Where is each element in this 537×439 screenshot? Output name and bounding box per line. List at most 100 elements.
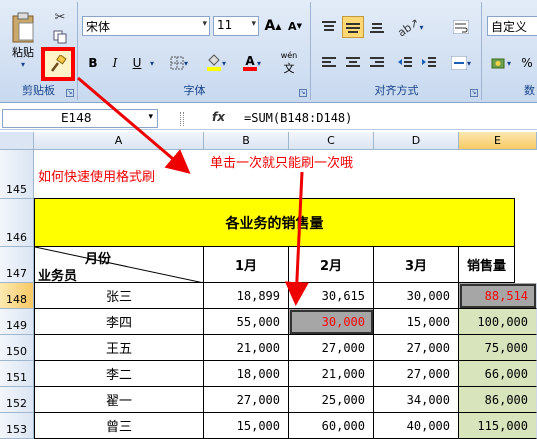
month-value-cell[interactable]: 15,000 bbox=[204, 413, 289, 439]
shrink-font-button[interactable]: A ▼ bbox=[285, 16, 305, 36]
decrease-indent-button[interactable] bbox=[394, 52, 416, 74]
orientation-button[interactable]: ab↗ ▾ bbox=[394, 15, 426, 39]
month-value-cell[interactable]: 27,000 bbox=[204, 387, 289, 413]
row-header-148[interactable]: 148 bbox=[0, 283, 34, 309]
column-header-c[interactable]: C bbox=[289, 132, 374, 150]
month-value-cell[interactable]: 55,000 bbox=[204, 309, 289, 335]
salesperson-cell[interactable]: 王五 bbox=[35, 335, 204, 361]
salesperson-cell[interactable]: 翟一 bbox=[35, 387, 204, 413]
percent-button[interactable]: % bbox=[517, 52, 537, 74]
bold-button[interactable]: B bbox=[83, 52, 103, 74]
accounting-format-button[interactable]: ▾ bbox=[487, 52, 515, 74]
font-color-button[interactable]: A ▾ bbox=[237, 52, 267, 74]
chevron-down-icon: ▾ bbox=[148, 112, 153, 122]
number-format-value: 自定义 bbox=[491, 20, 528, 34]
align-left-button[interactable] bbox=[318, 52, 340, 74]
align-center-button[interactable] bbox=[342, 52, 364, 74]
month-value-cell[interactable]: 18,899 bbox=[204, 283, 289, 309]
fill-color-button[interactable]: ▾ bbox=[201, 52, 231, 74]
number-group-label: 数 bbox=[524, 84, 535, 97]
column-header-b[interactable]: B bbox=[204, 132, 289, 150]
insert-function-icon[interactable]: fx bbox=[212, 110, 225, 124]
align-top-button[interactable] bbox=[318, 16, 340, 38]
clipboard-dialog-launcher-icon[interactable]: ↘ bbox=[66, 89, 74, 97]
paste-icon bbox=[12, 12, 34, 42]
month-value-cell[interactable]: 30,000 bbox=[289, 309, 374, 335]
row-header-146[interactable]: 146 bbox=[0, 199, 34, 247]
font-name-combo[interactable]: 宋体 ▾ bbox=[82, 16, 210, 36]
salesperson-cell[interactable]: 张三 bbox=[35, 283, 204, 309]
cut-button[interactable]: ✂ bbox=[50, 8, 70, 26]
increase-indent-button[interactable] bbox=[418, 52, 440, 74]
paste-button[interactable]: 粘贴 ▾ bbox=[6, 6, 40, 74]
month-value-cell[interactable]: 21,000 bbox=[204, 335, 289, 361]
row-header-145[interactable]: 145 bbox=[0, 150, 34, 199]
italic-button[interactable]: I bbox=[105, 52, 125, 74]
total-cell[interactable]: 115,000 bbox=[459, 413, 537, 439]
name-box-value: E148 bbox=[61, 111, 92, 125]
month-value-cell[interactable]: 18,000 bbox=[204, 361, 289, 387]
column-header-e[interactable]: E bbox=[459, 132, 537, 150]
month-value-cell[interactable]: 27,000 bbox=[374, 335, 459, 361]
row-header-150[interactable]: 150 bbox=[0, 335, 34, 361]
header-jan[interactable]: 1月 bbox=[204, 247, 289, 283]
row-header-147[interactable]: 147 bbox=[0, 247, 34, 283]
align-top-icon bbox=[322, 21, 336, 31]
chevron-down-icon: ▾ bbox=[256, 58, 261, 68]
format-painter-button[interactable] bbox=[41, 47, 75, 81]
month-value-cell[interactable]: 60,000 bbox=[289, 413, 374, 439]
font-dialog-launcher-icon[interactable]: ↘ bbox=[299, 89, 307, 97]
border-button[interactable]: ▾ bbox=[165, 52, 193, 74]
month-value-cell[interactable]: 27,000 bbox=[289, 335, 374, 361]
month-value-cell[interactable]: 30,000 bbox=[374, 283, 459, 309]
align-middle-button[interactable] bbox=[342, 16, 364, 38]
salesperson-cell[interactable]: 曾三 bbox=[35, 413, 204, 439]
month-value-cell[interactable]: 34,000 bbox=[374, 387, 459, 413]
copy-button[interactable] bbox=[50, 28, 70, 46]
ribbon: 粘贴 ▾ ✂ 剪贴板 ↘ 宋体 ▾ 11 ▾ A ▲ A ▼ B I U ▾ ▾… bbox=[0, 0, 537, 103]
alignment-dialog-launcher-icon[interactable]: ↘ bbox=[470, 89, 478, 97]
select-all-corner[interactable] bbox=[0, 132, 34, 150]
row-header-149[interactable]: 149 bbox=[0, 309, 34, 335]
chevron-down-icon: ▾ bbox=[506, 58, 511, 68]
month-value-cell[interactable]: 30,615 bbox=[289, 283, 374, 309]
font-group-label: 字体 bbox=[183, 84, 206, 97]
underline-button[interactable]: U bbox=[127, 52, 147, 74]
salesperson-cell[interactable]: 李二 bbox=[35, 361, 204, 387]
align-bottom-button[interactable] bbox=[366, 16, 388, 38]
underline-dropdown-icon[interactable]: ▾ bbox=[147, 52, 157, 74]
column-header-d[interactable]: D bbox=[374, 132, 459, 150]
total-cell[interactable]: 75,000 bbox=[459, 335, 537, 361]
total-cell[interactable]: 66,000 bbox=[459, 361, 537, 387]
header-feb[interactable]: 2月 bbox=[289, 247, 374, 283]
copy-icon bbox=[53, 30, 67, 44]
table-title[interactable]: 各业务的销售量 bbox=[35, 199, 515, 247]
number-format-combo[interactable]: 自定义 bbox=[487, 16, 537, 36]
month-value-cell[interactable]: 25,000 bbox=[289, 387, 374, 413]
month-value-cell[interactable]: 27,000 bbox=[374, 361, 459, 387]
salesperson-cell[interactable]: 李四 bbox=[35, 309, 204, 335]
row-header-153[interactable]: 153 bbox=[0, 413, 34, 439]
corner-header-cell[interactable]: 月份 业务员 bbox=[35, 247, 204, 284]
formula-input[interactable]: =SUM(B148:D148) bbox=[244, 111, 352, 125]
column-header-a[interactable]: A bbox=[34, 132, 204, 150]
total-cell[interactable]: 100,000 bbox=[459, 309, 537, 335]
month-value-cell[interactable]: 15,000 bbox=[374, 309, 459, 335]
grow-font-button[interactable]: A ▲ bbox=[263, 16, 283, 36]
name-box[interactable]: E148 ▾ bbox=[2, 109, 158, 128]
total-cell[interactable]: 88,514 bbox=[459, 283, 537, 309]
font-color-swatch bbox=[242, 67, 257, 71]
increase-indent-icon bbox=[422, 57, 436, 67]
row-header-151[interactable]: 151 bbox=[0, 361, 34, 387]
currency-icon bbox=[491, 58, 505, 69]
phonetic-button[interactable]: wén 文 bbox=[273, 50, 305, 76]
wrap-text-button[interactable] bbox=[448, 16, 474, 38]
total-cell[interactable]: 86,000 bbox=[459, 387, 537, 413]
merge-center-button[interactable]: ▾ bbox=[446, 52, 476, 74]
header-mar[interactable]: 3月 bbox=[374, 247, 459, 283]
month-value-cell[interactable]: 21,000 bbox=[289, 361, 374, 387]
font-size-combo[interactable]: 11 ▾ bbox=[213, 16, 259, 36]
align-right-button[interactable] bbox=[366, 52, 388, 74]
row-header-152[interactable]: 152 bbox=[0, 387, 34, 413]
month-value-cell[interactable]: 40,000 bbox=[374, 413, 459, 439]
